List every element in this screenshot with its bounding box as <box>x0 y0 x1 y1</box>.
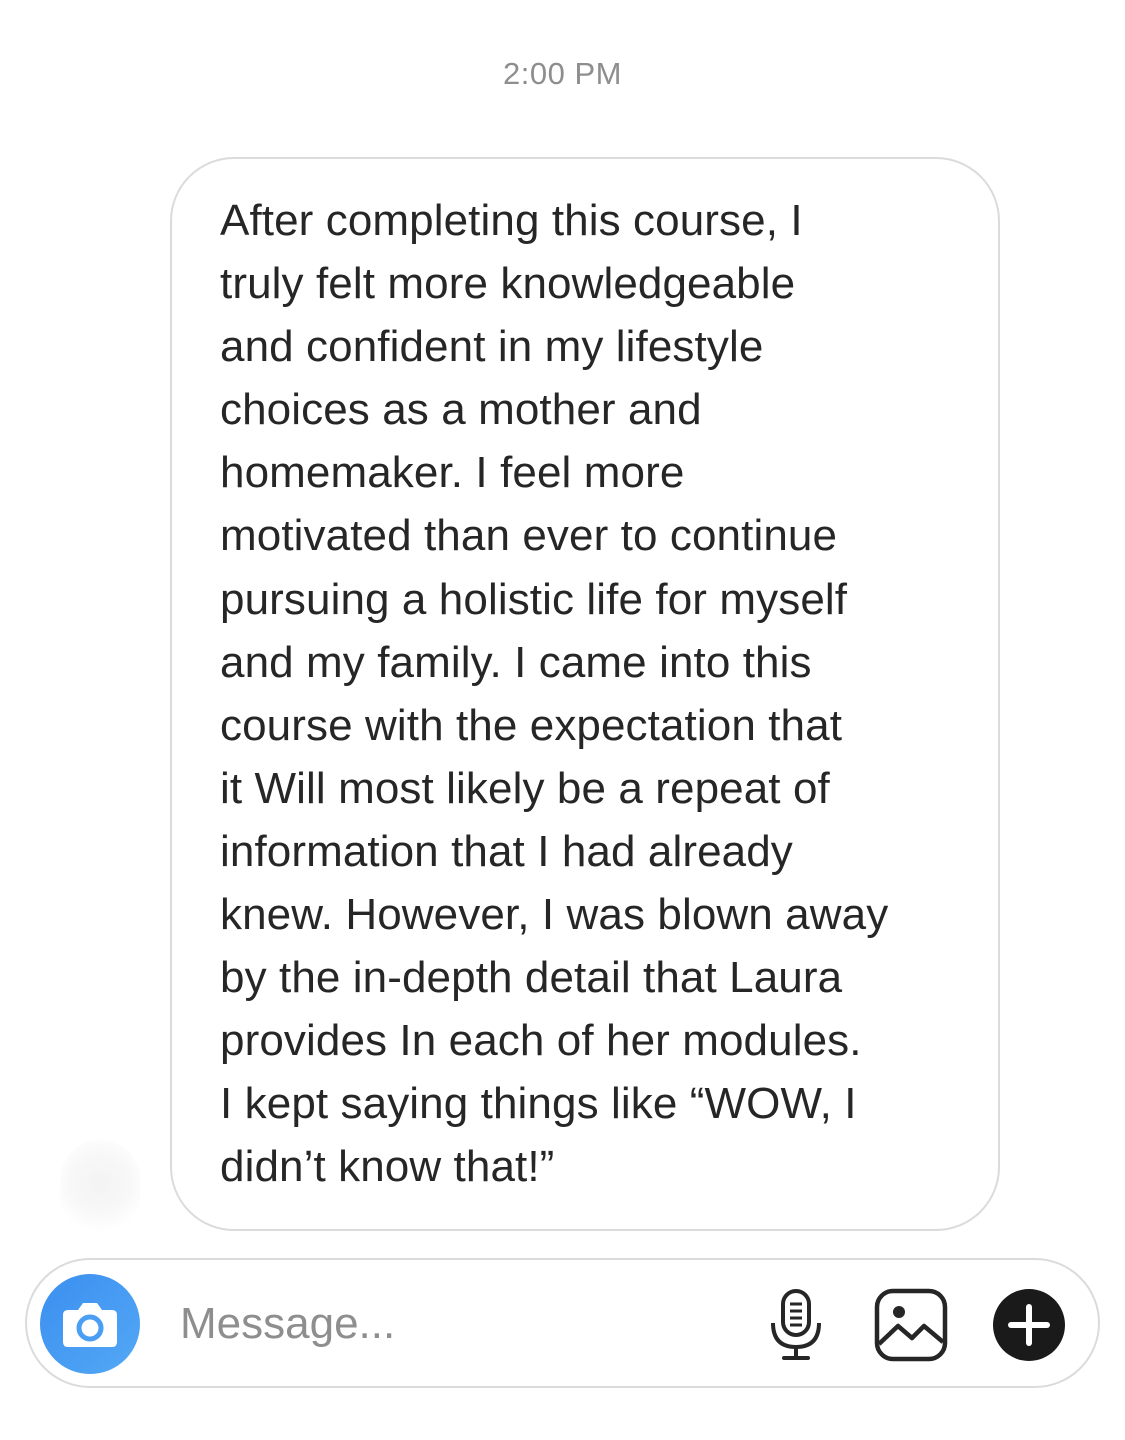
plus-icon <box>993 1289 1065 1361</box>
image-gallery-icon <box>874 1288 948 1362</box>
message-composer <box>25 1258 1100 1388</box>
message-bubble[interactable]: After completing this course, I truly fe… <box>170 157 1000 1231</box>
message-text: After completing this course, I truly fe… <box>220 196 889 1192</box>
sender-avatar[interactable] <box>60 1140 140 1235</box>
add-button[interactable] <box>991 1287 1067 1363</box>
gallery-button[interactable] <box>872 1286 950 1364</box>
microphone-icon <box>771 1289 821 1360</box>
camera-button[interactable] <box>40 1274 140 1374</box>
timestamp: 2:00 PM <box>503 56 622 91</box>
message-input[interactable] <box>180 1292 740 1356</box>
microphone-button[interactable] <box>764 1287 828 1363</box>
camera-icon <box>63 1303 117 1347</box>
